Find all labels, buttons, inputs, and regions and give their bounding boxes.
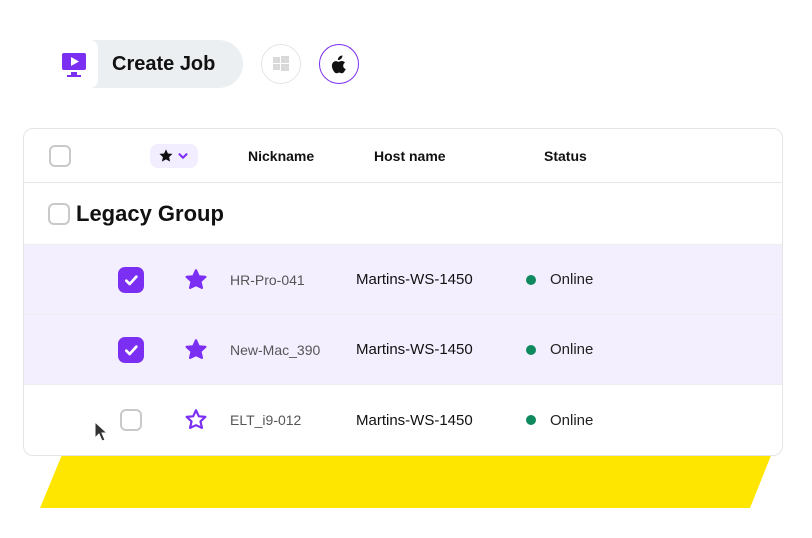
windows-filter-button[interactable] [261,44,301,84]
cell-hostname: Martins-WS-1450 [356,412,526,429]
status-text: Online [550,341,593,358]
cell-status: Online [526,341,782,358]
favorite-filter[interactable] [150,144,198,168]
status-text: Online [550,271,593,288]
status-dot-icon [526,345,536,355]
header-nickname[interactable]: Nickname [244,148,374,164]
header-status[interactable]: Status [544,148,782,164]
cell-status: Online [526,412,782,429]
table-header: Nickname Host name Status [24,129,782,183]
cell-nickname: New-Mac_390 [226,342,356,358]
apple-icon [331,55,347,74]
group-name: Legacy Group [76,201,224,227]
create-job-button[interactable]: Create Job [50,40,243,88]
cell-status: Online [526,271,782,288]
device-table: Nickname Host name Status Legacy Group H… [23,128,783,456]
cell-hostname: Martins-WS-1450 [356,271,526,288]
check-icon [123,272,139,288]
cell-hostname: Martins-WS-1450 [356,341,526,358]
table-row[interactable]: New-Mac_390Martins-WS-1450 Online [24,315,782,385]
create-job-label: Create Job [112,53,215,76]
star-icon [158,148,174,164]
group-row[interactable]: Legacy Group [24,183,782,245]
header-hostname[interactable]: Host name [374,148,544,164]
check-icon [123,342,139,358]
row-checkbox[interactable] [120,409,142,431]
row-checkbox[interactable] [118,337,144,363]
apple-filter-button[interactable] [319,44,359,84]
select-all-checkbox[interactable] [49,145,71,167]
status-dot-icon [526,415,536,425]
table-row[interactable]: ELT_i9-012Martins-WS-1450 Online [24,385,782,455]
cell-nickname: ELT_i9-012 [226,412,356,428]
favorite-star-icon[interactable] [183,407,209,433]
monitor-play-icon [59,49,89,79]
toolbar: Create Job [50,40,359,88]
cell-nickname: HR-Pro-041 [226,272,356,288]
status-text: Online [550,412,593,429]
table-row[interactable]: HR-Pro-041Martins-WS-1450 Online [24,245,782,315]
windows-icon [272,55,290,73]
group-checkbox[interactable] [48,203,70,225]
create-job-icon-box [50,40,98,88]
status-dot-icon [526,275,536,285]
favorite-star-icon[interactable] [183,267,209,293]
row-checkbox[interactable] [118,267,144,293]
favorite-star-icon[interactable] [183,337,209,363]
chevron-down-icon [176,149,190,163]
